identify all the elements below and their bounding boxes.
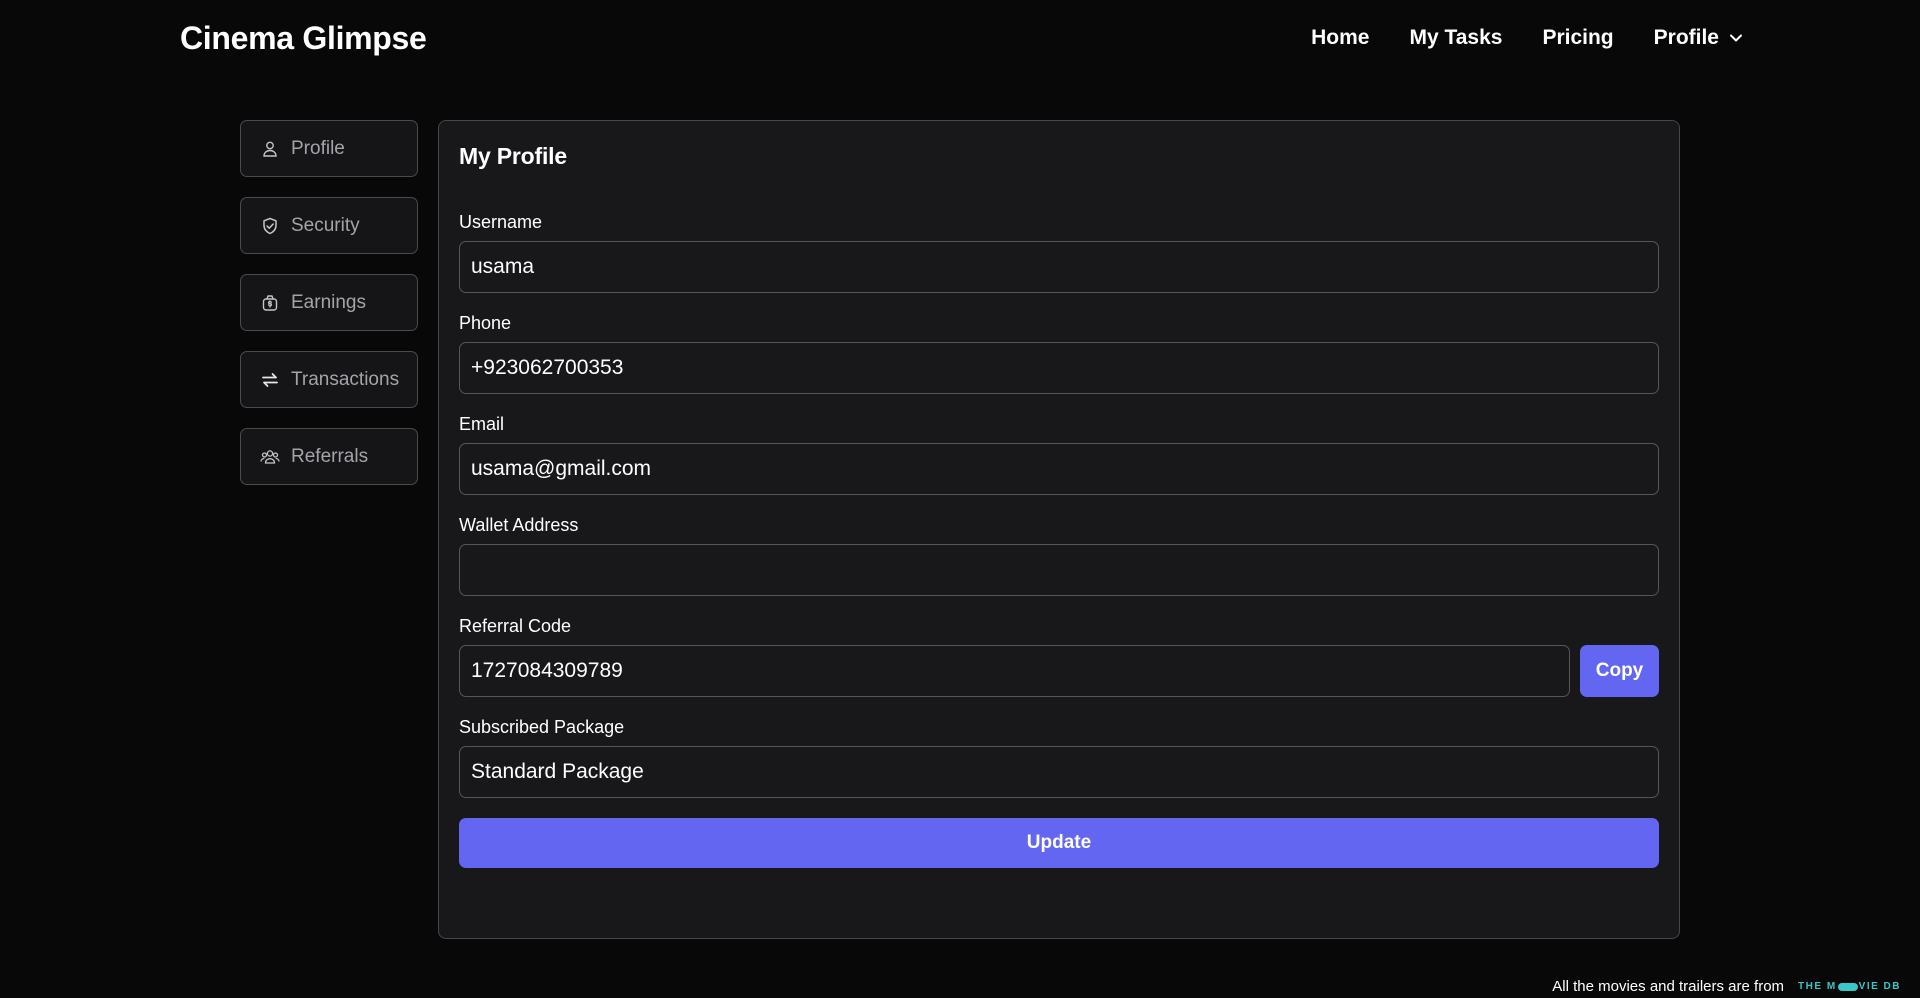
nav-home[interactable]: Home — [1311, 26, 1369, 50]
nav-my-tasks[interactable]: My Tasks — [1409, 26, 1502, 50]
profile-sidebar: Profile Security Earnings Transactions R… — [240, 120, 418, 505]
username-label: Username — [459, 212, 543, 232]
sidebar-item-referrals[interactable]: Referrals — [240, 428, 418, 485]
nav-my-tasks-label: My Tasks — [1409, 26, 1503, 49]
referral-code-input[interactable]: 1727084309789 — [459, 645, 1570, 697]
email-input[interactable]: usama@gmail.com — [459, 443, 1659, 495]
phone-input[interactable]: +923062700353 — [459, 342, 1659, 394]
tmdb-logo-left: THE M — [1798, 981, 1837, 992]
sidebar-item-label: Security — [291, 214, 360, 236]
profile-card: My Profile Username usama Phone +9230627… — [438, 120, 1680, 939]
phone-group: Phone +923062700353 — [459, 313, 1659, 394]
brand-logo[interactable]: Cinema Glimpse — [180, 20, 427, 57]
sidebar-item-profile[interactable]: Profile — [240, 120, 418, 177]
sidebar-item-label: Referrals — [291, 445, 369, 467]
user-icon — [260, 139, 280, 159]
tmdb-logo-right: VIE DB — [1858, 981, 1901, 992]
page-title: My Profile — [459, 143, 567, 169]
nav-profile-dropdown[interactable]: Profile — [1654, 26, 1743, 50]
subscribed-package-input[interactable]: Standard Package — [459, 746, 1659, 798]
sidebar-item-label: Earnings — [291, 291, 366, 313]
email-group: Email usama@gmail.com — [459, 414, 1659, 495]
sidebar-item-earnings[interactable]: Earnings — [240, 274, 418, 331]
shield-check-icon — [260, 216, 280, 236]
wallet-address-input[interactable] — [459, 544, 1659, 596]
wallet-group: Wallet Address — [459, 515, 1659, 596]
wallet-label: Wallet Address — [459, 515, 579, 535]
tmdb-pill-icon — [1837, 982, 1858, 991]
nav-profile-label: Profile — [1653, 26, 1719, 49]
referral-row: 1727084309789 Copy — [459, 645, 1659, 697]
tmdb-logo[interactable]: THE M VIE DB — [1798, 981, 1901, 992]
package-label: Subscribed Package — [459, 717, 625, 737]
sidebar-item-label: Transactions — [291, 368, 400, 390]
sidebar-item-transactions[interactable]: Transactions — [240, 351, 418, 408]
referral-group: Referral Code 1727084309789 Copy — [459, 616, 1659, 697]
referral-label: Referral Code — [459, 616, 572, 636]
nav-pricing-label: Pricing — [1542, 26, 1614, 49]
chevron-down-icon — [1729, 31, 1743, 45]
money-bag-icon — [260, 293, 280, 313]
nav-pricing[interactable]: Pricing — [1542, 26, 1613, 50]
sidebar-item-security[interactable]: Security — [240, 197, 418, 254]
email-label: Email — [459, 414, 505, 434]
footer-text: All the movies and trailers are from — [1552, 978, 1785, 995]
username-input[interactable]: usama — [459, 241, 1659, 293]
arrows-swap-icon — [260, 370, 280, 390]
package-group: Subscribed Package Standard Package — [459, 717, 1659, 798]
main-nav: Home My Tasks Pricing Profile — [1311, 26, 1743, 50]
users-icon — [260, 447, 280, 467]
top-navbar: Cinema Glimpse Home My Tasks Pricing Pro… — [0, 0, 1920, 80]
sidebar-item-label: Profile — [291, 137, 345, 159]
phone-label: Phone — [459, 313, 512, 333]
footer-credit: All the movies and trailers are from THE… — [1552, 978, 1901, 995]
update-button[interactable]: Update — [459, 818, 1659, 868]
copy-button[interactable]: Copy — [1580, 645, 1659, 697]
username-group: Username usama — [459, 212, 1659, 293]
nav-home-label: Home — [1311, 26, 1370, 49]
